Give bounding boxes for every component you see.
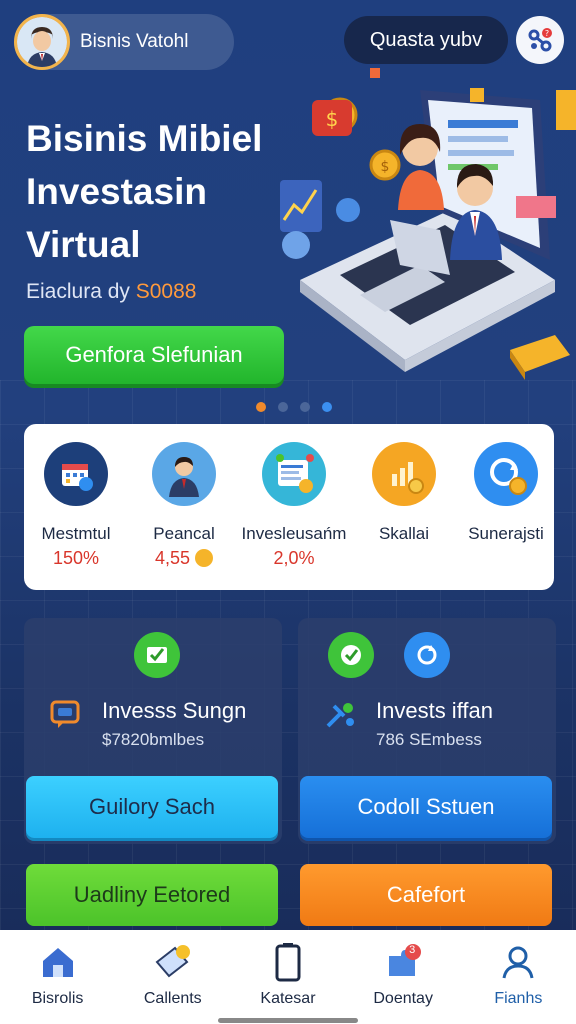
category-item[interactable]: Mestmtul 150% <box>16 442 136 569</box>
home-indicator[interactable] <box>218 1018 358 1023</box>
check-icon <box>134 632 180 678</box>
search-button[interactable]: Quasta yubv <box>344 16 508 64</box>
carousel-dot[interactable] <box>322 402 332 412</box>
profile-icon <box>498 942 538 982</box>
investment-illustration: $ $ $ <box>280 68 576 380</box>
category-value: 150% <box>52 548 100 568</box>
carousel-dot[interactable] <box>278 402 288 412</box>
panel-action-button[interactable]: Codoll Sstuen <box>300 776 552 838</box>
carousel-indicator <box>256 402 332 412</box>
nav-label: Bisrolis <box>31 990 84 1007</box>
svg-text:$: $ <box>381 159 390 175</box>
category-card: Mestmtul 150% Peancal 4,55 Invesleusańm … <box>24 424 554 590</box>
nav-item-finance[interactable]: Fianhs <box>461 930 576 1024</box>
nav-label: Callents <box>143 990 202 1007</box>
puzzle-icon: 3 <box>383 942 423 982</box>
panel-title: Invests iffan <box>376 698 493 723</box>
hero-subtitle-text: Eiaclura dy <box>26 280 136 303</box>
check-icon <box>328 632 374 678</box>
panel-action-label: Codoll Sstuen <box>357 794 495 819</box>
notification-badge: 3 <box>409 944 416 956</box>
svg-text:$: $ <box>326 107 339 131</box>
settings-button[interactable]: ? <box>516 16 564 64</box>
nav-item-home[interactable]: Bisrolis <box>0 930 115 1024</box>
green-action-button[interactable]: Uadliny Eetored <box>26 864 278 926</box>
svg-text:?: ? <box>545 29 549 38</box>
invoice-icon <box>262 442 326 506</box>
nav-item-clients[interactable]: Callents <box>115 930 230 1024</box>
ticket-icon <box>153 942 193 982</box>
category-value: 4,55 <box>124 548 244 569</box>
bottom-navigation: Bisrolis Callents Katesar 3 Doentay Fian… <box>0 930 576 1024</box>
orange-action-label: Cafefort <box>386 882 466 907</box>
network-settings-icon: ? <box>528 28 552 52</box>
orange-action-button[interactable]: Cafefort <box>300 864 552 926</box>
hero-subtitle: Eiaclura dy S0088 <box>26 280 196 304</box>
chat-icon <box>50 700 80 728</box>
investment-panel: Invests iffan 786 SEmbess Codoll Sstuen <box>298 618 556 844</box>
panel-action-label: Guilory Sach <box>89 794 215 819</box>
phone-icon <box>268 942 308 982</box>
nav-label: Doentay <box>373 990 433 1007</box>
user-name: Bisnis Vatohl <box>80 31 189 52</box>
panel-action-button[interactable]: Guilory Sach <box>26 776 278 838</box>
user-profile-pill[interactable]: Bisnis Vatohl <box>14 14 234 70</box>
nav-label: Katesar <box>260 990 316 1007</box>
avatar[interactable] <box>14 14 70 70</box>
panel-subtitle: 786 SEmbess <box>376 730 482 749</box>
category-item[interactable]: Invesleusańm 2,0% <box>234 442 354 569</box>
category-label: Invesleusańm <box>241 524 347 543</box>
carousel-dot[interactable] <box>256 402 266 412</box>
refresh-coin-icon <box>474 442 538 506</box>
coin-icon <box>195 549 214 567</box>
search-label: Quasta yubv <box>369 28 483 51</box>
category-value: 2,0% <box>273 548 315 568</box>
nav-item-catalog[interactable]: Katesar <box>230 930 345 1024</box>
green-action-label: Uadliny Eetored <box>73 882 231 907</box>
calendar-icon <box>44 442 108 506</box>
investment-panel: Invesss Sungn $7820bmlbes Guilory Sach <box>24 618 282 844</box>
category-label: Mestmtul <box>41 524 111 543</box>
home-icon <box>38 942 78 982</box>
carousel-dot[interactable] <box>300 402 310 412</box>
hero-cta-button[interactable]: Genfora Slefunian <box>24 326 284 384</box>
category-label: Sunerajsti <box>468 524 544 543</box>
category-item[interactable]: Sunerajsti <box>446 442 566 544</box>
panel-subtitle: $7820bmlbes <box>102 730 205 749</box>
category-value-text: 4,55 <box>154 548 191 568</box>
category-label: Peancal <box>153 524 215 543</box>
category-item[interactable]: Peancal 4,55 <box>124 442 244 569</box>
businessman-icon <box>152 442 216 506</box>
panel-title: Invesss Sungn <box>102 698 247 723</box>
hero-cta-label: Genfora Slefunian <box>65 342 243 367</box>
nav-label: Fianhs <box>494 990 543 1007</box>
tools-icon <box>326 703 354 728</box>
sync-icon <box>404 632 450 678</box>
hero-subtitle-amount: S0088 <box>135 280 197 303</box>
chart-coin-icon <box>372 442 436 506</box>
nav-item-directory[interactable]: 3 Doentay <box>346 930 461 1024</box>
